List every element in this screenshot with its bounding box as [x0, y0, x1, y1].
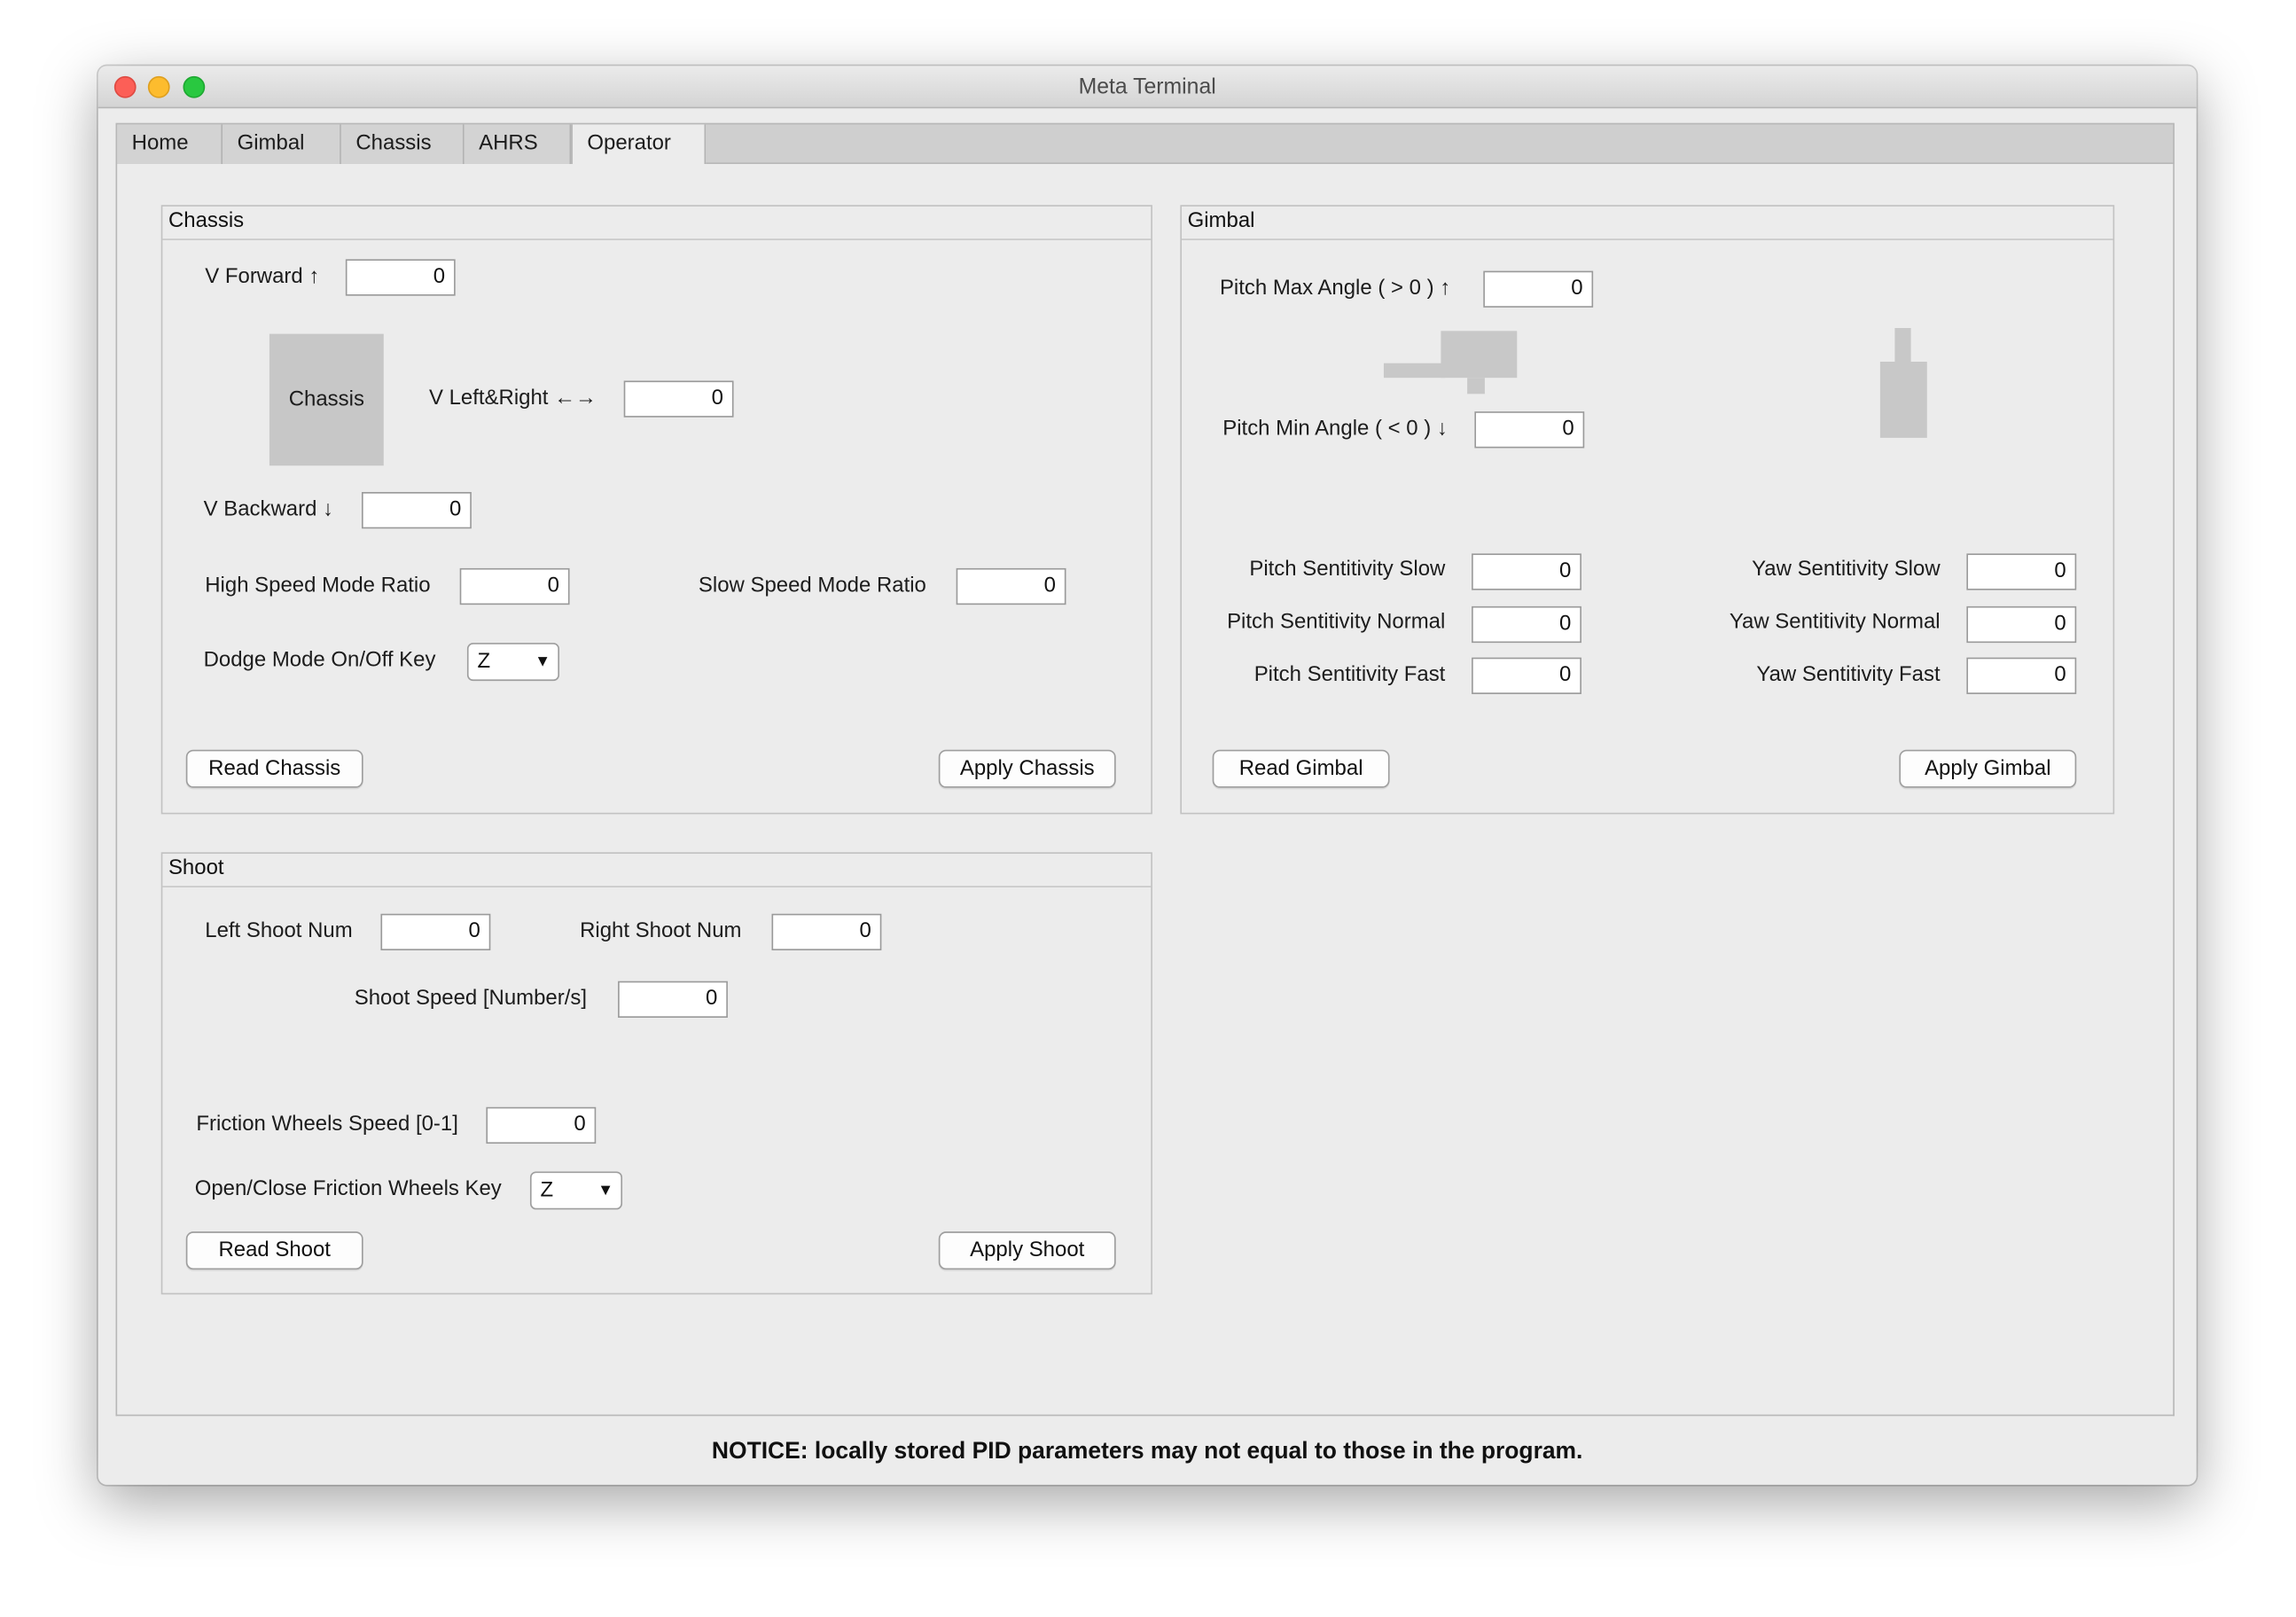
window-title: Meta Terminal — [1078, 74, 1216, 100]
slow-speed-ratio-field[interactable]: 0 — [956, 567, 1066, 605]
gimbal-front-body-graphic — [1879, 361, 1927, 438]
pitch-normal-field[interactable]: 0 — [1472, 605, 1581, 644]
shoot-speed-field[interactable]: 0 — [618, 980, 728, 1019]
apply-shoot-button[interactable]: Apply Shoot — [938, 1231, 1116, 1270]
title-bar: Meta Terminal — [98, 66, 2197, 109]
dodge-key-select[interactable]: Z ▼ — [466, 643, 559, 682]
slow-speed-ratio-label: Slow Speed Mode Ratio — [698, 574, 926, 598]
tab-operator[interactable]: Operator — [571, 124, 707, 168]
shoot-panel: Shoot Left Shoot Num 0 Right Shoot Num 0… — [160, 852, 1152, 1295]
high-speed-ratio-field[interactable]: 0 — [459, 567, 570, 605]
pitch-min-label: Pitch Min Angle ( < 0 ) ↓ — [1222, 417, 1448, 441]
friction-key-label: Open/Close Friction Wheels Key — [194, 1177, 502, 1201]
friction-speed-field[interactable]: 0 — [486, 1106, 597, 1144]
pitch-min-field[interactable]: 0 — [1474, 411, 1585, 449]
right-shoot-num-label: Right Shoot Num — [580, 919, 742, 943]
apply-gimbal-button[interactable]: Apply Gimbal — [1899, 749, 2077, 788]
v-backward-field[interactable]: 0 — [361, 492, 472, 529]
gimbal-barrel-graphic — [1383, 363, 1446, 379]
chassis-panel-title: Chassis — [168, 209, 245, 233]
chevron-down-icon: ▼ — [597, 1182, 614, 1199]
tab-home[interactable]: Home — [117, 124, 223, 165]
v-forward-field[interactable]: 0 — [345, 259, 456, 296]
chevron-down-icon: ▼ — [535, 652, 551, 671]
pitch-normal-label: Pitch Sentitivity Normal — [1227, 610, 1446, 635]
friction-key-value: Z — [540, 1178, 554, 1203]
v-forward-label: V Forward ↑ — [205, 264, 320, 289]
apply-chassis-button[interactable]: Apply Chassis — [938, 749, 1116, 788]
yaw-slow-label: Yaw Sentitivity Slow — [1752, 558, 1941, 582]
yaw-slow-field[interactable]: 0 — [1966, 553, 2077, 590]
pitch-max-label: Pitch Max Angle ( > 0 ) ↑ — [1219, 277, 1451, 301]
friction-speed-label: Friction Wheels Speed [0-1] — [196, 1113, 458, 1137]
v-leftright-field[interactable]: 0 — [623, 380, 734, 418]
yaw-fast-field[interactable]: 0 — [1966, 657, 2077, 694]
pitch-slow-label: Pitch Sentitivity Slow — [1249, 558, 1446, 582]
tab-gimbal[interactable]: Gimbal — [223, 124, 341, 165]
v-leftright-label: V Left&Right ←→ — [428, 387, 597, 410]
left-shoot-num-label: Left Shoot Num — [205, 919, 353, 943]
pitch-fast-field[interactable]: 0 — [1472, 657, 1581, 694]
yaw-normal-label: Yaw Sentitivity Normal — [1729, 610, 1941, 635]
panel-divider — [162, 238, 1152, 240]
chassis-panel: Chassis V Forward ↑ 0 Chassis V Left&Rig… — [160, 205, 1152, 815]
dodge-key-label: Dodge Mode On/Off Key — [203, 648, 436, 673]
yaw-fast-label: Yaw Sentitivity Fast — [1756, 663, 1941, 687]
gimbal-panel-title: Gimbal — [1187, 209, 1255, 233]
v-backward-label: V Backward ↓ — [203, 497, 334, 522]
panel-divider — [1182, 238, 2113, 240]
gimbal-panel: Gimbal Pitch Max Angle ( > 0 ) ↑ 0 Pitch… — [1180, 205, 2115, 815]
right-shoot-num-field[interactable]: 0 — [771, 913, 882, 951]
chassis-diagram: Chassis — [269, 333, 384, 466]
shoot-panel-title: Shoot — [168, 856, 224, 880]
high-speed-ratio-label: High Speed Mode Ratio — [205, 574, 431, 598]
pid-notice: NOTICE: locally stored PID parameters ma… — [711, 1439, 1583, 1465]
gimbal-mount-graphic — [1467, 378, 1485, 394]
friction-key-select[interactable]: Z ▼ — [529, 1171, 623, 1210]
panel-divider — [162, 886, 1152, 887]
pitch-max-field[interactable]: 0 — [1483, 270, 1594, 308]
read-shoot-button[interactable]: Read Shoot — [185, 1231, 363, 1270]
pitch-slow-field[interactable]: 0 — [1472, 553, 1581, 590]
tab-chassis[interactable]: Chassis — [340, 124, 465, 165]
gimbal-front-barrel-graphic — [1894, 328, 1911, 363]
tab-bar: Home Gimbal Chassis AHRS Operator — [115, 122, 2175, 168]
read-gimbal-button[interactable]: Read Gimbal — [1212, 749, 1390, 788]
dodge-key-value: Z — [477, 650, 491, 674]
yaw-normal-field[interactable]: 0 — [1966, 605, 2077, 644]
left-shoot-num-field[interactable]: 0 — [380, 913, 491, 951]
pitch-fast-label: Pitch Sentitivity Fast — [1253, 663, 1446, 687]
gimbal-body-graphic — [1441, 331, 1518, 379]
shoot-speed-label: Shoot Speed [Number/s] — [354, 987, 588, 1011]
tab-ahrs[interactable]: AHRS — [464, 124, 572, 165]
read-chassis-button[interactable]: Read Chassis — [185, 749, 363, 788]
app-window: Meta Terminal Home Gimbal Chassis AHRS O… — [98, 66, 2197, 1485]
